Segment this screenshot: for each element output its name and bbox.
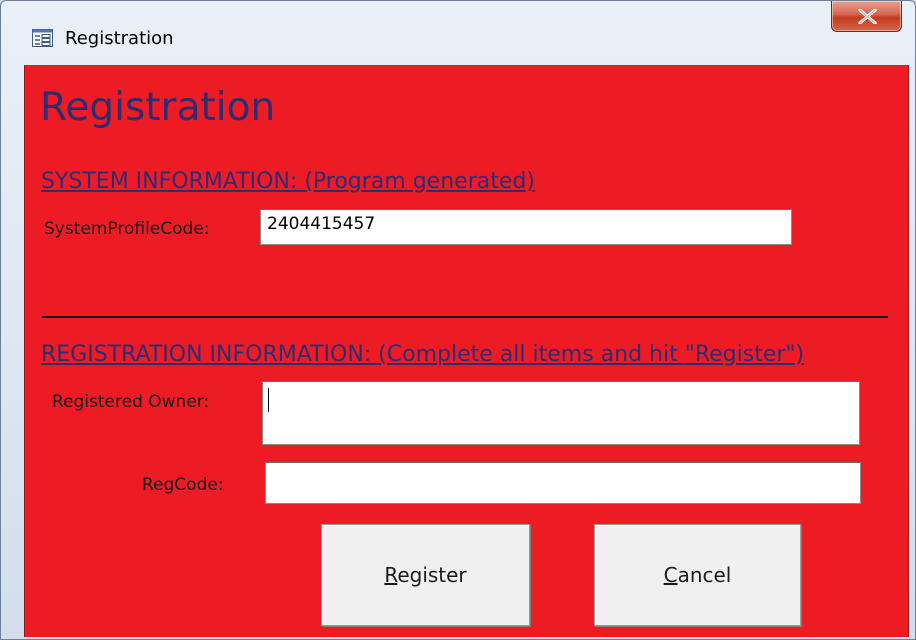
registration-form: Registration SYSTEM INFORMATION: (Progra… xyxy=(24,65,909,637)
registered-owner-label: Registered Owner: xyxy=(52,392,210,412)
registered-owner-field[interactable] xyxy=(262,381,860,445)
close-button[interactable] xyxy=(831,1,902,32)
system-profile-code-label: SystemProfileCode: xyxy=(44,219,210,239)
cancel-button[interactable]: Cancel xyxy=(594,524,801,626)
regcode-label: RegCode: xyxy=(142,475,224,495)
section-divider xyxy=(42,316,888,318)
register-button[interactable]: Register xyxy=(321,524,530,626)
form-window-icon xyxy=(32,29,53,47)
registration-window: Registration Registration SYSTEM INFORMA… xyxy=(0,0,916,640)
system-information-section-label: SYSTEM INFORMATION: (Program generated) xyxy=(41,169,535,194)
registration-information-section-label: REGISTRATION INFORMATION: (Complete all … xyxy=(41,342,805,367)
text-cursor xyxy=(268,388,269,412)
system-profile-code-field[interactable]: 2404415457 xyxy=(260,209,792,245)
register-button-label: Register xyxy=(384,563,467,587)
close-x-icon xyxy=(858,9,877,24)
cancel-button-label: Cancel xyxy=(663,563,732,587)
title-bar[interactable]: Registration xyxy=(1,1,915,63)
window-title: Registration xyxy=(65,28,174,49)
regcode-field[interactable] xyxy=(265,462,861,504)
form-heading: Registration xyxy=(40,85,276,130)
